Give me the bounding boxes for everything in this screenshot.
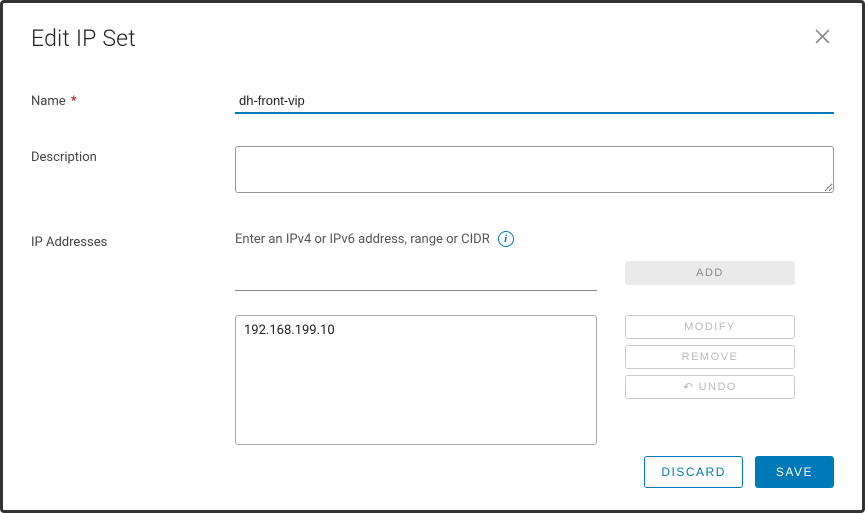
ip-helper-text: Enter an IPv4 or IPv6 address, range or … [235, 232, 490, 247]
name-label: Name * [31, 90, 235, 109]
edit-ip-set-dialog: Edit IP Set Name * Description IP Addres… [0, 0, 865, 513]
dialog-title: Edit IP Set [31, 25, 136, 52]
remove-button[interactable]: REMOVE [625, 345, 795, 369]
undo-icon: ↶ [683, 380, 695, 394]
modify-button[interactable]: MODIFY [625, 315, 795, 339]
name-row: Name * [31, 90, 834, 114]
undo-label: UNDO [699, 381, 737, 393]
close-icon[interactable] [811, 25, 834, 52]
list-action-buttons: MODIFY REMOVE ↶ UNDO [625, 315, 795, 399]
required-marker: * [71, 94, 77, 109]
discard-button[interactable]: DISCARD [644, 456, 743, 488]
ip-address-list[interactable]: 192.168.199.10 [235, 315, 597, 445]
dialog-header: Edit IP Set [3, 3, 862, 62]
name-label-text: Name [31, 94, 66, 109]
description-label: Description [31, 146, 235, 165]
undo-button[interactable]: ↶ UNDO [625, 375, 795, 399]
description-row: Description [31, 146, 834, 197]
info-icon[interactable]: i [498, 231, 514, 247]
description-textarea[interactable] [235, 146, 834, 193]
name-input[interactable] [235, 90, 834, 114]
dialog-footer: DISCARD SAVE [3, 456, 862, 510]
dialog-body: Name * Description IP Addresses Enter an… [3, 62, 862, 456]
ip-address-input[interactable] [235, 267, 597, 291]
ip-list-row: 192.168.199.10 MODIFY REMOVE ↶ UNDO [235, 315, 834, 445]
save-button[interactable]: SAVE [755, 456, 834, 488]
add-button[interactable]: ADD [625, 261, 795, 285]
ip-addresses-label: IP Addresses [31, 231, 235, 250]
ip-entry-row: ADD [235, 267, 834, 291]
ip-addresses-row: IP Addresses Enter an IPv4 or IPv6 addre… [31, 231, 834, 445]
list-item[interactable]: 192.168.199.10 [244, 322, 588, 339]
ip-helper: Enter an IPv4 or IPv6 address, range or … [235, 231, 834, 247]
